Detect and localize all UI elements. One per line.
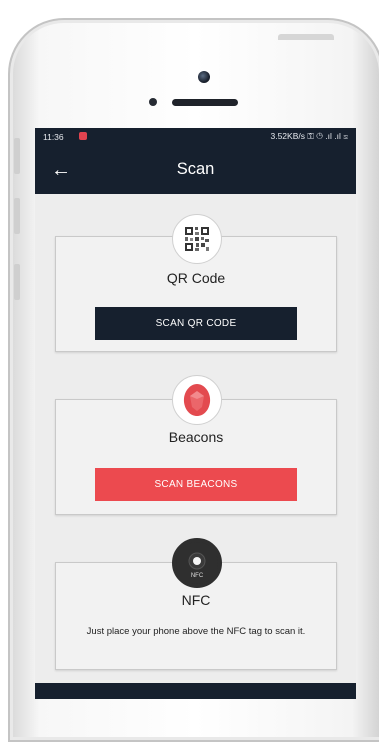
status-time: 11:36 — [43, 132, 64, 142]
page-title: Scan — [176, 160, 215, 178]
scan-options: QR Code SCAN QR CODE Beacons SCAN BEACON… — [35, 194, 356, 699]
phone-screen: 11:36 3.52KB/s ⚿ ◷ .ıl .ıl ≋ ← Scan QR C… — [35, 128, 356, 699]
nfc-title: NFC — [181, 592, 211, 608]
scan-beacons-button[interactable]: SCAN BEACONS — [95, 468, 297, 501]
notification-icon — [79, 132, 87, 140]
earpiece-speaker — [172, 99, 238, 106]
volume-up-button — [14, 138, 20, 174]
power-button — [278, 34, 334, 40]
qr-code-title: QR Code — [166, 270, 226, 286]
bottom-navigation-bar — [35, 683, 356, 699]
status-indicators: 3.52KB/s ⚿ ◷ .ıl .ıl ≋ — [270, 131, 348, 141]
nfc-description: Just place your phone above the NFC tag … — [86, 626, 306, 637]
proximity-sensor — [149, 98, 157, 106]
status-bar: 11:36 3.52KB/s ⚿ ◷ .ıl .ıl ≋ — [35, 128, 356, 146]
app-bar: ← Scan — [35, 146, 356, 194]
nfc-icon: NFC — [171, 538, 222, 588]
beacon-icon — [171, 375, 222, 425]
qr-code-icon — [171, 214, 222, 264]
scan-qr-code-button[interactable]: SCAN QR CODE — [95, 307, 297, 340]
nfc-icon-label: NFC — [190, 573, 203, 579]
volume-down-button — [14, 198, 20, 234]
beacons-title: Beacons — [168, 429, 224, 445]
front-camera — [198, 71, 210, 83]
side-button — [14, 264, 20, 300]
